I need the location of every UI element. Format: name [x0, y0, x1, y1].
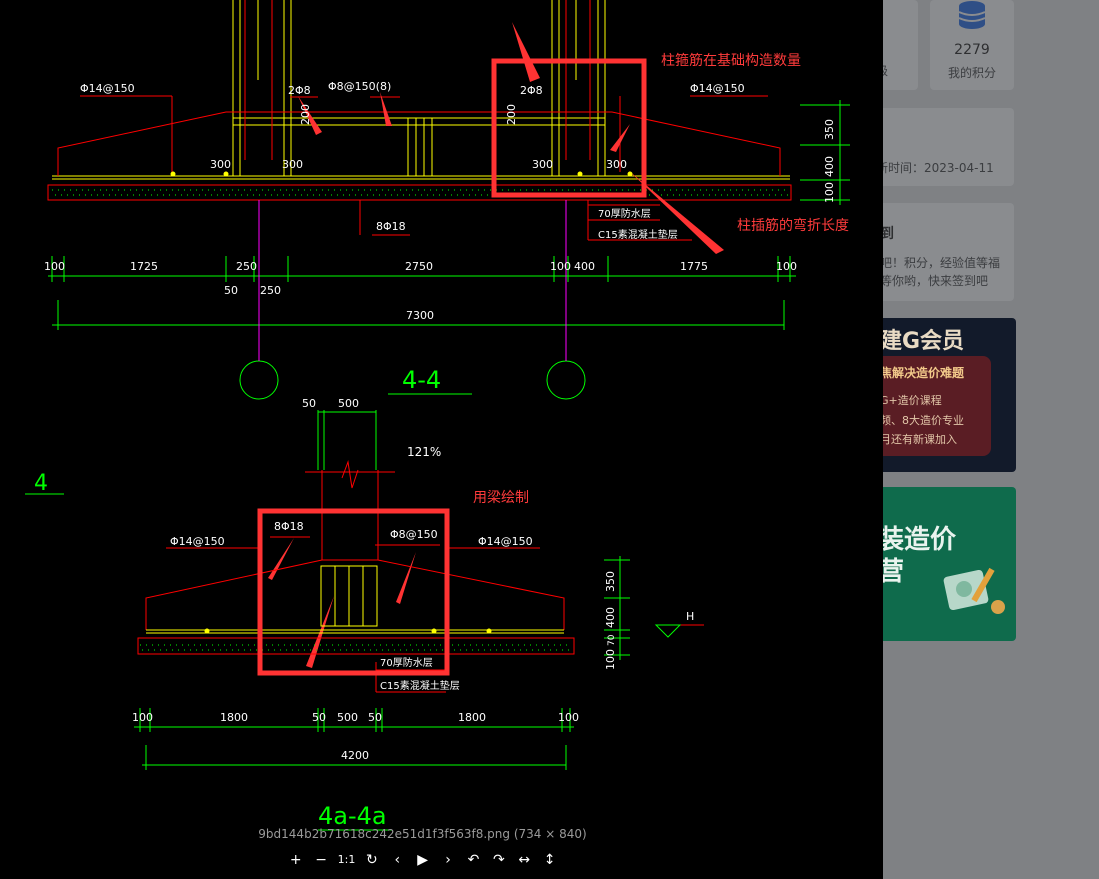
- actual-size-button[interactable]: 1:1: [334, 849, 359, 871]
- dim-label: 300: [210, 158, 231, 171]
- signin-text-2: 等你哟，快来签到吧: [880, 274, 989, 288]
- dim-label: 200: [299, 104, 312, 125]
- dim-label: 300: [532, 158, 553, 171]
- cad-drawing: Φ14@150 Φ14@150 2Φ8 Φ8@150(8) 2Φ8 200 20…: [25, 0, 850, 831]
- height-label: 100: [823, 182, 836, 203]
- dim-label: 100: [44, 260, 65, 273]
- update-time: 新时间：2023-04-11: [876, 161, 994, 175]
- viewer-toolbar: + − 1:1 ↻ ‹ ▶ › ↶ ↷ ↔ ↕: [283, 849, 562, 871]
- document-illustration-icon: [943, 567, 1005, 614]
- dim-label: 100: [558, 711, 579, 724]
- annotation-beam-draw: 用梁绘制: [473, 490, 529, 506]
- dim-label: 2750: [405, 260, 433, 273]
- stirrup-label: Φ8@150(8): [328, 80, 391, 93]
- dim-label: 1725: [130, 260, 158, 273]
- dim-label: 7300: [406, 309, 434, 322]
- section-title: 4a-4a: [318, 802, 387, 830]
- section-mark: 4: [34, 471, 48, 496]
- rebar-label: Φ14@150: [690, 82, 745, 95]
- dim-label: 500: [337, 711, 358, 724]
- dim-label: 100: [132, 711, 153, 724]
- previous-button[interactable]: ‹: [385, 849, 410, 871]
- dim-label: 1775: [680, 260, 708, 273]
- height-label: 350: [604, 571, 617, 592]
- annotation-bend-length: 柱插筋的弯折长度: [737, 218, 849, 234]
- layer-label: C15素混凝土垫层: [598, 228, 678, 241]
- stirrup-label: 8Φ18: [274, 520, 304, 533]
- dim-label: 250: [260, 284, 281, 297]
- zoom-in-button[interactable]: +: [283, 849, 308, 871]
- dim-label: 300: [606, 158, 627, 171]
- dim-label: 200: [505, 104, 518, 125]
- image-caption: 9bd144b2b71618c242e51d1f3f563f8.png (734…: [258, 827, 587, 841]
- height-label: 70: [607, 634, 617, 646]
- height-label: 400: [823, 156, 836, 177]
- dim-label: 250: [236, 260, 257, 273]
- rebar-label: Φ14@150: [170, 535, 225, 548]
- dim-label: 400: [574, 260, 595, 273]
- rotate-right-button[interactable]: ↷: [486, 849, 511, 871]
- layer-label: C15素混凝土垫层: [380, 679, 460, 692]
- zoom-level: 121%: [407, 445, 442, 459]
- dim-label: 1800: [458, 711, 486, 724]
- vip-promo-line3: 月还有新课加入: [880, 433, 957, 446]
- dim-label: 100: [550, 260, 571, 273]
- dim-label: 50: [224, 284, 238, 297]
- stirrup-label: 2Φ8: [520, 84, 543, 97]
- flip-horizontal-button[interactable]: ↔: [512, 849, 537, 871]
- dim-label: 300: [282, 158, 303, 171]
- dim-label: 50: [368, 711, 382, 724]
- zoom-out-button[interactable]: −: [308, 849, 333, 871]
- dim-label: 1800: [220, 711, 248, 724]
- vip-promo-title: 建G会员: [880, 329, 965, 354]
- dim-label: 100: [776, 260, 797, 273]
- section-title: 4-4: [402, 366, 441, 394]
- stirrup-label: 2Φ8: [288, 84, 311, 97]
- layer-label: 70厚防水层: [598, 207, 651, 220]
- dim-label: 50: [302, 397, 316, 410]
- stirrup-label: Φ8@150: [390, 528, 438, 541]
- vip-promo-line1: G+造价课程: [880, 394, 942, 407]
- rebar-label: Φ14@150: [478, 535, 533, 548]
- play-button[interactable]: ▶: [410, 849, 435, 871]
- height-label: 100: [604, 649, 617, 670]
- flip-vertical-button[interactable]: ↕: [537, 849, 562, 871]
- next-button[interactable]: ›: [435, 849, 460, 871]
- height-label: 400: [604, 607, 617, 628]
- vip-promo-badge: 焦解决造价难题: [880, 366, 965, 380]
- rotate-left-button[interactable]: ↶: [461, 849, 486, 871]
- rebar-label: 8Φ18: [376, 220, 406, 233]
- level-label: H: [686, 610, 694, 623]
- vip-promo-line2: 频、8大造价专业: [880, 414, 964, 427]
- dim-label: 4200: [341, 749, 369, 762]
- height-label: 350: [823, 119, 836, 140]
- annotation-stirrup-count: 柱箍筋在基础构造数量: [661, 53, 801, 69]
- signin-text-1: 吧！积分，经验值等福: [880, 256, 1001, 270]
- image-viewer[interactable]: Φ14@150 Φ14@150 2Φ8 Φ8@150(8) 2Φ8 200 20…: [0, 0, 883, 879]
- dim-label: 500: [338, 397, 359, 410]
- database-icon: [958, 1, 986, 29]
- points-card[interactable]: 2279 我的积分: [930, 0, 1014, 90]
- layer-label: 70厚防水层: [380, 656, 433, 669]
- rebar-label: Φ14@150: [80, 82, 135, 95]
- dim-label: 50: [312, 711, 326, 724]
- reset-icon[interactable]: ↻: [359, 849, 384, 871]
- points-value: 2279: [954, 42, 990, 58]
- points-label: 我的积分: [947, 66, 996, 80]
